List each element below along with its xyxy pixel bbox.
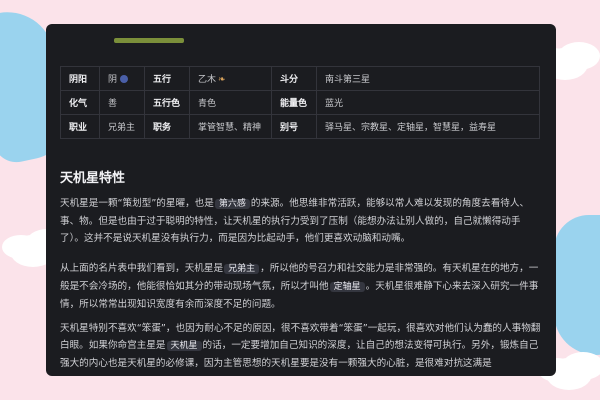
section-heading: 天机星特性	[60, 171, 126, 186]
table-key: 化气	[60, 90, 100, 115]
table-key: 五行	[144, 66, 190, 91]
table-value: 乙木 ❧	[189, 66, 272, 91]
article-panel: 阴阳 阴 五行 乙木 ❧ 斗分 南斗第三星 化气 善 五行色 青色 能量色 蓝光 …	[46, 24, 556, 376]
table-key: 五行色	[144, 90, 190, 115]
table-row: 职业 兄弟主 职务 掌管智慧、精神 别号 驿马星、宗教星、定轴星，智慧星，益寿星	[60, 114, 540, 139]
table-value: 善	[99, 90, 145, 115]
highlight-tag: 天机星	[166, 341, 202, 351]
header-highlight-bar	[114, 38, 184, 43]
table-value: 驿马星、宗教星、定轴星，智慧星，益寿星	[316, 114, 540, 139]
star-info-table: 阴阳 阴 五行 乙木 ❧ 斗分 南斗第三星 化气 善 五行色 青色 能量色 蓝光 …	[60, 66, 540, 139]
highlight-tag: 兄弟主	[224, 264, 260, 274]
paragraph: 天机星是一颗“策划型”的星曜，也是 第六感 的来源。他思维非常活跃，能够以常人难以发…	[60, 198, 530, 244]
table-key: 职务	[144, 114, 190, 139]
table-value: 蓝光	[316, 90, 540, 115]
highlight-tag: 定轴星	[329, 282, 365, 292]
wood-leaf-icon: ❧	[218, 75, 226, 85]
table-row: 化气 善 五行色 青色 能量色 蓝光	[60, 90, 540, 115]
table-value: 掌管智慧、精神	[189, 114, 272, 139]
table-key: 能量色	[271, 90, 317, 115]
table-key: 别号	[271, 114, 317, 139]
table-key: 职业	[60, 114, 100, 139]
table-value: 兄弟主	[99, 114, 145, 139]
paragraph: 天机星特别不喜欢“笨蛋”，也因为耐心不足的原因，很不喜欢带着“笨蛋”一起玩，很喜…	[60, 323, 541, 369]
table-value: 阴	[99, 66, 145, 91]
table-value: 青色	[189, 90, 272, 115]
highlight-tag: 第六感	[214, 199, 250, 209]
moon-icon	[120, 75, 129, 83]
decorative-blue-blob-right	[554, 215, 600, 355]
table-value: 南斗第三星	[316, 66, 540, 91]
table-key: 斗分	[271, 66, 317, 91]
table-row: 阴阳 阴 五行 乙木 ❧ 斗分 南斗第三星	[60, 66, 540, 91]
table-key: 阴阳	[60, 66, 100, 91]
paragraph: 从上面的名片表中我们看到，天机星是 兄弟主 ，所以他的号召力和社交能力是非常强的。有…	[60, 263, 539, 310]
